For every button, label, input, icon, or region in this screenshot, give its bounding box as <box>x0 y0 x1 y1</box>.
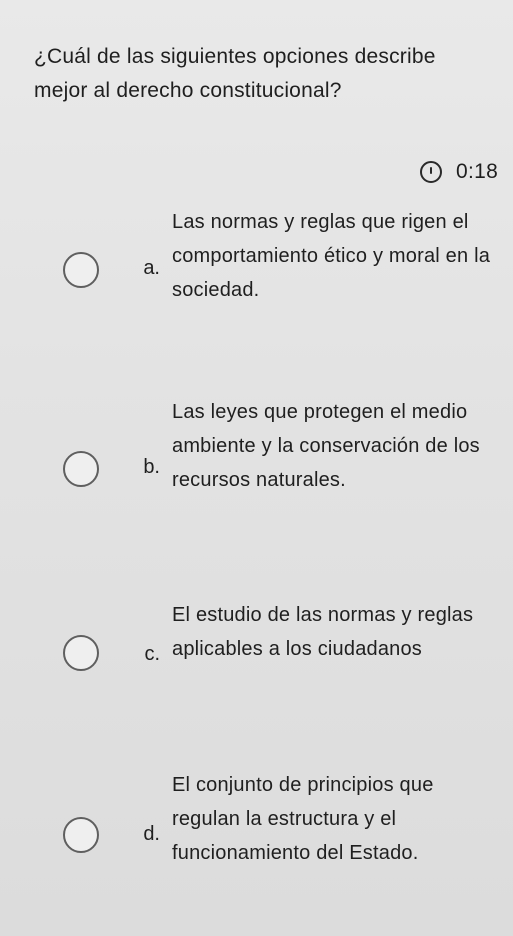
quiz-screen: { "question": { "text": "¿Cuál de las si… <box>0 0 513 936</box>
option-letter-b: b. <box>143 456 160 478</box>
option-text-b: Las leyes que protegen el medio ambiente… <box>172 401 480 491</box>
timer-value: 0:18 <box>456 160 499 183</box>
option-b[interactable]: b. Las leyes que protegen el medio ambie… <box>0 395 513 525</box>
option-letter-d: d. <box>143 823 160 845</box>
clock-icon <box>420 161 442 183</box>
option-a[interactable]: a. Las normas y reglas que rigen el comp… <box>0 205 513 335</box>
option-letter-a: a. <box>143 257 160 279</box>
option-text-a: Las normas y reglas que rigen el comport… <box>172 211 491 301</box>
option-d[interactable]: d. El conjunto de principios que regulan… <box>0 768 513 898</box>
timer: 0:18 <box>420 152 510 192</box>
question-text: ¿Cuál de las siguientes opciones describ… <box>34 45 436 102</box>
option-c[interactable]: c. El estudio de las normas y reglas apl… <box>0 598 513 728</box>
option-text-c: El estudio de las normas y reglas aplica… <box>172 604 474 660</box>
option-letter-c: c. <box>144 643 160 665</box>
option-text-d: El conjunto de principios que regulan la… <box>172 774 434 864</box>
